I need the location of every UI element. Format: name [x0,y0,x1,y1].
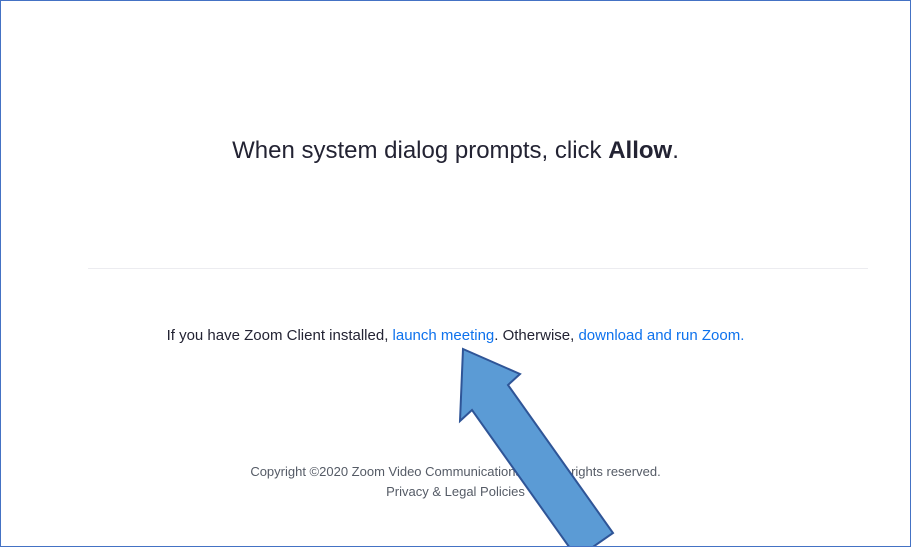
instruction-period: . [672,137,679,164]
instruction-text: When system dialog prompts, click [232,137,609,164]
annotation-arrow-shape [458,347,615,546]
page-footer: Copyright ©2020 Zoom Video Communication… [1,462,910,502]
privacy-legal-link[interactable]: Privacy & Legal Policies [386,484,525,499]
system-dialog-instruction: When system dialog prompts, click Allow. [1,137,910,165]
download-zoom-link[interactable]: download and run Zoom. [578,327,744,344]
copyright-text: Copyright ©2020 Zoom Video Communication… [250,464,661,479]
launch-prefix-text: If you have Zoom Client installed, [166,327,393,344]
divider [88,268,868,269]
launch-meeting-link[interactable]: launch meeting [393,327,495,344]
launch-middle-text: . Otherwise, [494,327,579,344]
browser-page: When system dialog prompts, click Allow.… [0,0,911,547]
allow-emphasis: Allow [608,137,673,164]
launch-instructions: If you have Zoom Client installed, launc… [1,327,910,344]
